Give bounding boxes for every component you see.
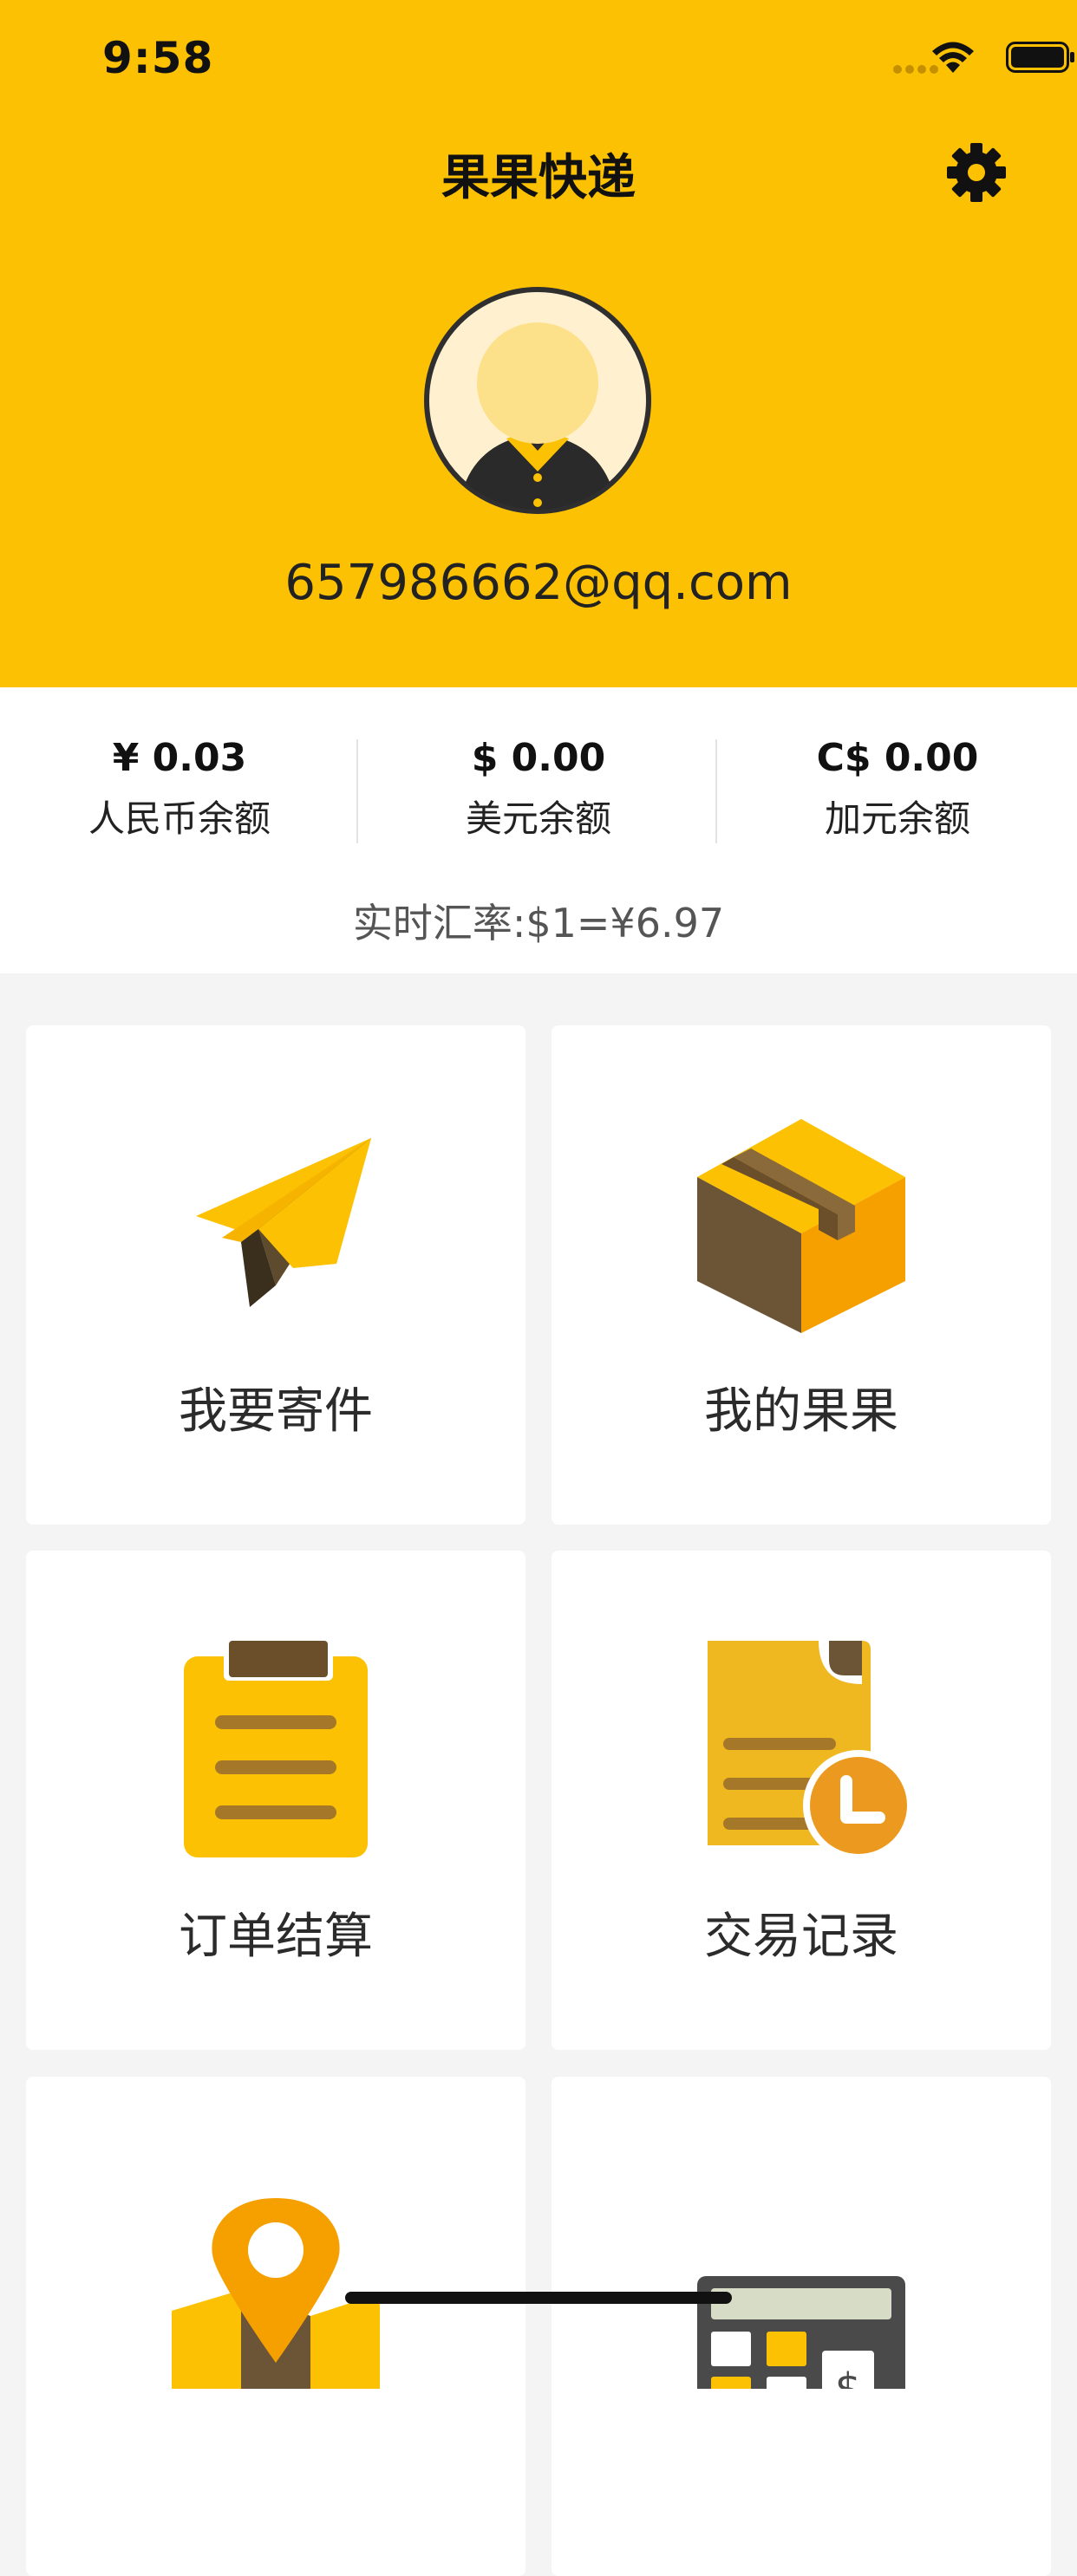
gear-icon[interactable] xyxy=(945,141,1008,204)
page-title: 果果快递 xyxy=(441,150,636,206)
balance-usd: $ 0.00 美元余额 xyxy=(359,732,718,842)
card-label[interactable]: 交易记录 xyxy=(552,1897,1051,1968)
balance-amount: C$ 0.00 xyxy=(816,736,979,780)
card-label: 我要寄件 xyxy=(179,1383,373,1440)
paper-plane-icon xyxy=(196,1138,371,1307)
user-email: 657986662@qq.com xyxy=(284,555,793,611)
calculator-card[interactable]: $ xyxy=(552,2077,1051,2576)
divider xyxy=(356,739,358,843)
map-pin-icon xyxy=(172,2198,380,2389)
tracking-map-card[interactable] xyxy=(26,2077,525,2576)
balance-label: 人民币余额 xyxy=(88,797,271,840)
my-packages-card[interactable]: 我的果果 xyxy=(552,1025,1051,1525)
profile-header: 9:58 果果快递 657986662@qq.com xyxy=(0,0,1077,687)
battery-icon xyxy=(1006,42,1074,73)
document-clock-icon xyxy=(708,1641,914,1861)
calculator-icon: $ xyxy=(697,2276,905,2389)
home-indicator[interactable] xyxy=(345,2292,732,2304)
balance-panel: ¥ 0.03 人民币余额 $ 0.00 美元余额 C$ 0.00 加元余额 实时… xyxy=(0,687,1077,973)
balance-label: 美元余额 xyxy=(465,797,611,840)
status-time: 9:58 xyxy=(102,33,214,83)
avatar[interactable] xyxy=(423,286,652,515)
balance-label: 加元余额 xyxy=(824,797,970,840)
card-label: 我的果果 xyxy=(704,1383,898,1440)
balance-cny: ¥ 0.03 人民币余额 xyxy=(0,732,359,842)
balance-cad: C$ 0.00 加元余额 xyxy=(718,732,1077,842)
order-settlement-card[interactable]: 订单结算 xyxy=(26,1551,525,2050)
svg-text:$: $ xyxy=(835,2365,862,2389)
balance-amount: $ 0.00 xyxy=(471,736,606,780)
send-package-card[interactable]: 我要寄件 xyxy=(26,1025,525,1525)
card-label: 订单结算 xyxy=(179,1909,373,1965)
divider xyxy=(715,739,717,843)
wifi-icon xyxy=(932,42,974,73)
clipboard-icon xyxy=(184,1637,368,1857)
balance-amount: ¥ 0.03 xyxy=(112,736,247,780)
exchange-rate: 实时汇率:$1=¥6.97 xyxy=(352,900,725,946)
transaction-records-card[interactable]: 交易记录 xyxy=(552,1551,1051,2050)
package-box-icon xyxy=(697,1119,905,1333)
